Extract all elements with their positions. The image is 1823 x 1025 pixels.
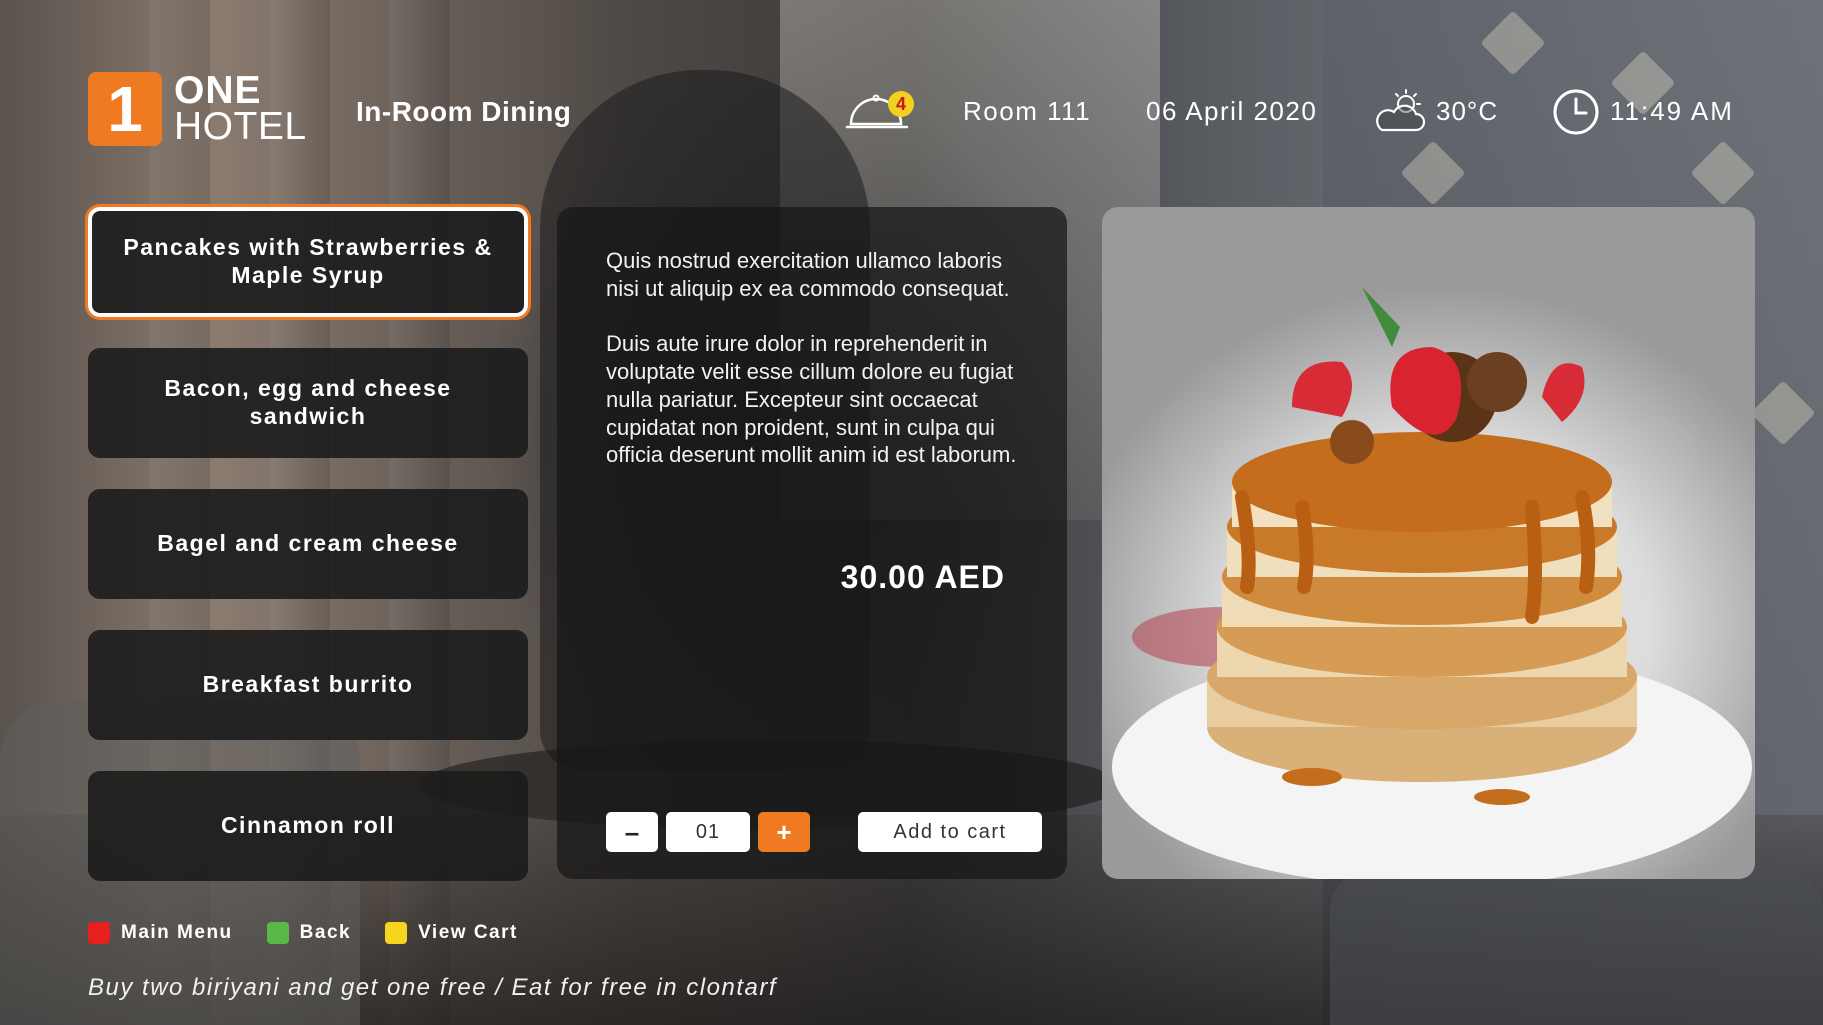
logo-name-line1: ONE bbox=[174, 69, 262, 113]
menu-item-label: Bacon, egg and cheese sandwich bbox=[164, 375, 452, 429]
menu-item-label: Breakfast burrito bbox=[202, 671, 414, 698]
item-description: Quis nostrud exercitation ullamco labori… bbox=[606, 247, 1026, 497]
menu-item-breakfast-burrito[interactable]: Breakfast burrito bbox=[88, 630, 528, 740]
item-price: 30.00 AED bbox=[840, 559, 1005, 595]
menu-item-cinnamon-roll[interactable]: Cinnamon roll bbox=[88, 771, 528, 881]
menu-item-label: Cinnamon roll bbox=[220, 812, 396, 839]
partly-cloudy-icon bbox=[1376, 89, 1426, 132]
legend-back[interactable]: Back bbox=[266, 922, 352, 944]
item-detail-panel: Quis nostrud exercitation ullamco labori… bbox=[557, 207, 1067, 879]
temperature: 30°C bbox=[1436, 96, 1499, 126]
food-photo bbox=[1102, 207, 1755, 879]
logo-mark: 1 bbox=[88, 72, 162, 146]
menu-item-bagel-cream-cheese[interactable]: Bagel and cream cheese bbox=[88, 489, 528, 599]
yellow-key-icon bbox=[385, 922, 408, 944]
legend-label: Back bbox=[299, 922, 352, 943]
legend-main-menu[interactable]: Main Menu bbox=[88, 922, 233, 944]
promo-ticker: Buy two biriyani and get one free / Eat … bbox=[88, 974, 777, 1001]
increase-quantity-button[interactable]: + bbox=[758, 812, 810, 852]
remote-key-legend: Main Menu Back View Cart bbox=[88, 922, 552, 944]
red-key-icon bbox=[88, 922, 110, 944]
menu-item-bacon-egg-cheese-sandwich[interactable]: Bacon, egg and cheese sandwich bbox=[88, 348, 528, 458]
description-paragraph: Quis nostrud exercitation ullamco labori… bbox=[606, 248, 1010, 301]
legend-view-cart[interactable]: View Cart bbox=[385, 922, 518, 944]
menu-item-label: Pancakes with Strawberries & Maple Syrup bbox=[123, 234, 493, 288]
menu-item-label: Bagel and cream cheese bbox=[157, 530, 459, 557]
room-number: Room 111 bbox=[963, 96, 1092, 126]
description-paragraph: Duis aute irure dolor in reprehenderit i… bbox=[606, 331, 1017, 468]
clock-icon bbox=[1553, 89, 1599, 135]
logo-name-line2: HOTEL bbox=[174, 105, 307, 148]
legend-label: Main Menu bbox=[121, 922, 233, 943]
menu-list: Pancakes with Strawberries & Maple Syrup… bbox=[88, 207, 528, 912]
decrease-quantity-button[interactable]: – bbox=[606, 812, 658, 852]
menu-item-pancakes[interactable]: Pancakes with Strawberries & Maple Syrup bbox=[88, 207, 528, 317]
notification-badge: 4 bbox=[888, 91, 914, 117]
pancake-stack-image bbox=[1112, 287, 1752, 879]
green-key-icon bbox=[266, 922, 289, 944]
current-time: 11:49 AM bbox=[1610, 96, 1734, 126]
current-date: 06 April 2020 bbox=[1146, 96, 1318, 126]
legend-label: View Cart bbox=[418, 922, 518, 943]
quantity-value: 01 bbox=[666, 812, 750, 852]
page-title: In-Room Dining bbox=[356, 96, 572, 127]
hotel-logo: 1 ONE HOTEL bbox=[88, 69, 307, 148]
quantity-controls: – 01 + Add to cart bbox=[606, 812, 1042, 852]
add-to-cart-button[interactable]: Add to cart bbox=[858, 812, 1042, 852]
